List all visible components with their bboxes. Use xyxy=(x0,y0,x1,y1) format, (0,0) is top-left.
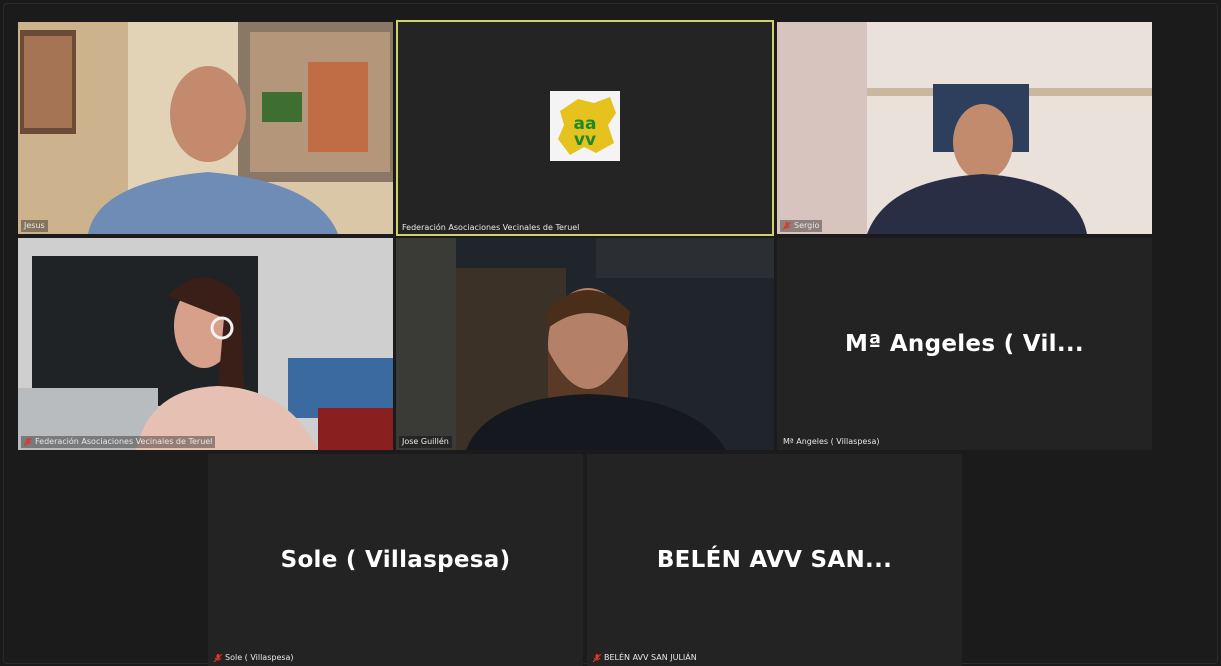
aavv-logo-icon: aa vv xyxy=(558,97,616,155)
participant-name: Federación Asociaciones Vecinales de Ter… xyxy=(35,437,213,446)
gallery-view: Jesus aa vv Federación Asociaciones Veci… xyxy=(4,4,1217,666)
participant-name-label: Mª Angeles ( Villaspesa) xyxy=(780,436,883,448)
video-feed xyxy=(18,22,393,234)
video-feed-graphic xyxy=(18,22,393,234)
participant-display-name: Mª Angeles ( Vil... xyxy=(845,331,1084,357)
participant-name: Mª Angeles ( Villaspesa) xyxy=(783,437,880,446)
mic-muted-icon xyxy=(783,221,791,230)
participant-name-label: Sergio xyxy=(780,220,823,232)
logo-text-bottom: vv xyxy=(574,130,596,150)
participant-name: Sole ( Villaspesa) xyxy=(225,653,294,662)
participant-name-label: Jesus xyxy=(21,220,48,232)
participant-name-label: BELÉN AVV SAN JULIÁN xyxy=(590,652,700,664)
participant-name-label: Federación Asociaciones Vecinales de Ter… xyxy=(21,436,216,448)
participant-tile-federacion-logo[interactable]: aa vv Federación Asociaciones Vecinales … xyxy=(396,20,774,236)
participant-tile-jesus[interactable]: Jesus xyxy=(18,22,393,234)
participant-name-label: Jose Guillén xyxy=(399,436,452,448)
participant-display-name: BELÉN AVV SAN... xyxy=(656,547,893,573)
participant-name: Federación Asociaciones Vecinales de Ter… xyxy=(402,223,580,232)
video-feed xyxy=(18,238,393,450)
participant-name: Jesus xyxy=(24,221,45,230)
video-feed xyxy=(396,238,774,450)
participant-name-label: Sole ( Villaspesa) xyxy=(211,652,297,664)
participant-name: BELÉN AVV SAN JULIÁN xyxy=(604,653,697,662)
mic-muted-icon xyxy=(214,653,222,662)
video-feed xyxy=(777,22,1152,234)
participant-tile-ma-angeles[interactable]: Mª Angeles ( Vil... Mª Angeles ( Villasp… xyxy=(777,238,1152,450)
participant-name: Jose Guillén xyxy=(402,437,449,446)
mic-muted-icon xyxy=(24,437,32,446)
participant-tile-jose-guillen[interactable]: Jose Guillén xyxy=(396,238,774,450)
participant-tile-sergio[interactable]: Sergio xyxy=(777,22,1152,234)
video-feed-graphic xyxy=(18,238,393,450)
participant-name: Sergio xyxy=(794,221,820,230)
participant-tile-federacion-video[interactable]: Federación Asociaciones Vecinales de Ter… xyxy=(18,238,393,450)
participant-display-name: Sole ( Villaspesa) xyxy=(280,547,511,573)
participant-name-label: Federación Asociaciones Vecinales de Ter… xyxy=(399,222,582,234)
mic-muted-icon xyxy=(593,653,601,662)
participant-tile-sole[interactable]: Sole ( Villaspesa) Sole ( Villaspesa) xyxy=(208,454,583,666)
organization-logo: aa vv xyxy=(550,91,620,161)
video-feed-graphic xyxy=(777,22,1152,234)
participant-tile-belen[interactable]: BELÉN AVV SAN... BELÉN AVV SAN JULIÁN xyxy=(587,454,962,666)
video-feed-graphic xyxy=(396,238,774,450)
